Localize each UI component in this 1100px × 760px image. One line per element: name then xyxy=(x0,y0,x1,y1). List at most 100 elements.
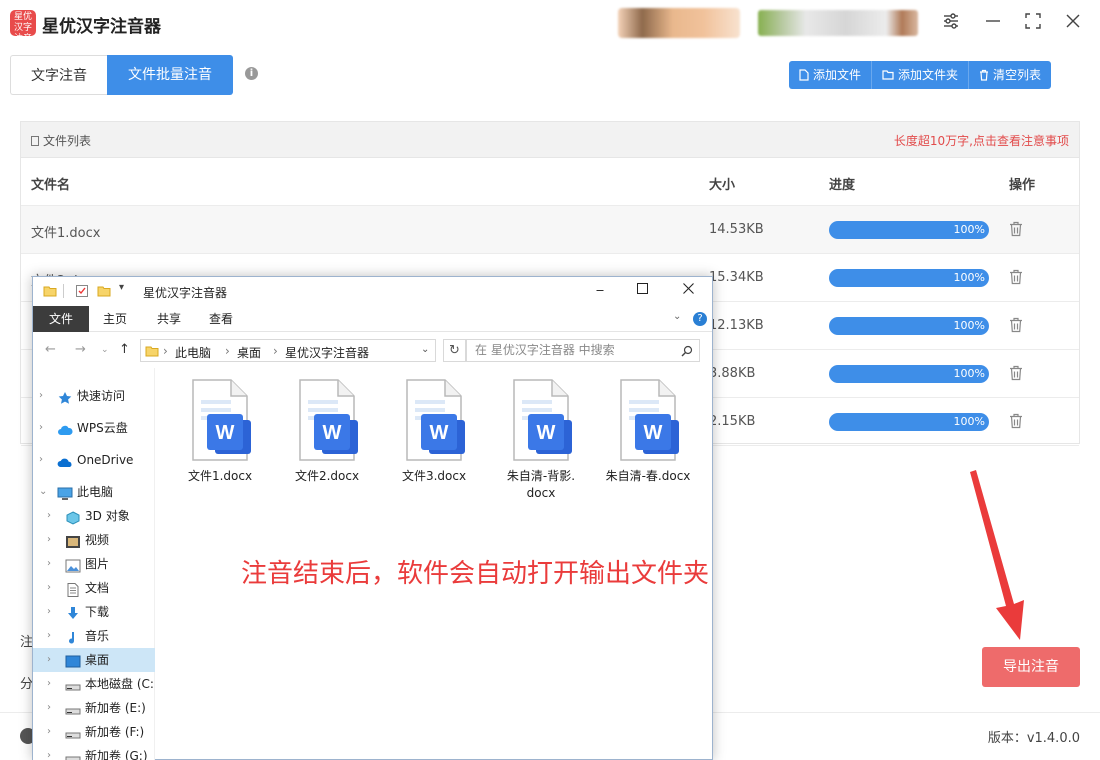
file-item[interactable]: W 文件1.docx xyxy=(170,376,270,485)
chevron-down-icon[interactable]: ⌄ xyxy=(39,480,47,504)
ribbon-tab-home[interactable]: 主页 xyxy=(95,306,135,332)
delete-icon[interactable] xyxy=(1009,317,1023,333)
close-icon[interactable] xyxy=(1062,12,1084,34)
breadcrumb-separator: › xyxy=(163,344,168,358)
progress-text: 100% xyxy=(953,319,985,332)
chevron-right-icon[interactable]: › xyxy=(47,504,51,528)
document-icon xyxy=(65,581,81,597)
delete-icon[interactable] xyxy=(1009,413,1023,429)
file-explorer-window: ▾ 星优汉字注音器 ‒ 文件 主页 共享 查看 ⌄ ? ← → ⌄ ↑ › 此电… xyxy=(32,276,713,760)
file-size: 2.15KB xyxy=(709,414,756,429)
nav-item[interactable]: › 新加卷 (F:) xyxy=(33,720,155,744)
file-item[interactable]: W 朱自清-春.docx xyxy=(598,376,698,485)
nav-item[interactable]: › 文档 xyxy=(33,576,155,600)
chevron-right-icon[interactable]: › xyxy=(47,672,51,696)
add-folder-button[interactable]: 添加文件夹 xyxy=(872,61,970,89)
explorer-maximize-icon[interactable] xyxy=(627,281,657,301)
chevron-right-icon[interactable]: › xyxy=(47,624,51,648)
explorer-close-icon[interactable] xyxy=(673,281,703,301)
chevron-right-icon[interactable]: › xyxy=(47,576,51,600)
video-icon xyxy=(65,533,81,548)
folder-icon xyxy=(43,286,57,297)
chevron-right-icon[interactable]: › xyxy=(47,648,51,672)
length-warning-link[interactable]: 长度超10万字,点击查看注意事项 xyxy=(894,132,1069,149)
ribbon-tab-file[interactable]: 文件 xyxy=(33,306,89,332)
nav-item-label: 文档 xyxy=(85,581,110,595)
properties-icon[interactable] xyxy=(75,284,89,298)
nav-item[interactable]: › 图片 xyxy=(33,552,155,576)
clear-list-label: 清空列表 xyxy=(993,68,1042,82)
annotation-caption: 注音结束后，软件会自动打开输出文件夹 xyxy=(241,559,710,589)
nav-item[interactable]: › OneDrive xyxy=(33,448,155,472)
ribbon-tab-share[interactable]: 共享 xyxy=(149,306,189,332)
nav-item[interactable]: › WPS云盘 xyxy=(33,416,155,440)
explorer-minimize-icon[interactable]: ‒ xyxy=(585,281,615,301)
file-item-name: 朱自清-背影. docx xyxy=(506,469,576,500)
nav-item-label: 新加卷 (E:) xyxy=(85,701,146,715)
delete-icon[interactable] xyxy=(1009,365,1023,381)
progress-bar: 100% xyxy=(829,317,989,335)
ribbon-tab-view[interactable]: 查看 xyxy=(201,306,241,332)
app-window: 星优汉字注音 星优汉字注音器 文字注音 文件批量注音 i 添加文件 添加文件夹 xyxy=(0,0,1100,760)
nav-item-label: 新加卷 (G:) xyxy=(85,749,148,760)
red-arrow xyxy=(970,470,1024,640)
chevron-right-icon[interactable]: › xyxy=(47,600,51,624)
nav-item[interactable]: › 3D 对象 xyxy=(33,504,155,528)
info-icon[interactable]: i xyxy=(245,67,258,80)
nav-item[interactable]: › 下载 xyxy=(33,600,155,624)
refresh-icon[interactable]: ↻ xyxy=(443,339,466,362)
quick-access-dropdown-icon[interactable]: ▾ xyxy=(119,282,124,293)
file-item[interactable]: W 文件2.docx xyxy=(277,376,377,485)
search-input[interactable]: 在 星优汉字注音器 中搜索 xyxy=(466,339,700,362)
file-size: 14.53KB xyxy=(709,222,764,237)
settings-icon[interactable] xyxy=(940,12,962,34)
chevron-right-icon[interactable]: › xyxy=(47,528,51,552)
breadcrumb-folder[interactable]: 星优汉字注音器 xyxy=(285,344,369,361)
chevron-right-icon[interactable]: › xyxy=(39,384,43,408)
chevron-right-icon[interactable]: › xyxy=(39,448,43,472)
nav-item[interactable]: › 新加卷 (G:) xyxy=(33,744,155,760)
new-folder-icon[interactable] xyxy=(97,284,111,298)
file-item[interactable]: W 朱自清-背影. docx xyxy=(491,376,591,502)
address-box[interactable]: › 此电脑 › 桌面 › 星优汉字注音器 ⌄ xyxy=(140,339,436,362)
progress-bar: 100% xyxy=(829,221,989,239)
clear-list-button[interactable]: 清空列表 xyxy=(969,61,1052,89)
delete-icon[interactable] xyxy=(1009,269,1023,285)
breadcrumb-desktop[interactable]: 桌面 xyxy=(237,344,261,361)
chevron-right-icon[interactable]: › xyxy=(39,416,43,440)
minimize-icon[interactable] xyxy=(982,12,1004,34)
ribbon-expand-icon[interactable]: ⌄ xyxy=(673,311,681,322)
table-row[interactable]: 文件1.docx 14.53KB 100% xyxy=(21,206,1079,254)
chevron-right-icon[interactable]: › xyxy=(47,720,51,744)
maximize-icon[interactable] xyxy=(1022,12,1044,34)
recent-locations-icon[interactable]: ⌄ xyxy=(101,345,109,355)
up-arrow-icon[interactable]: ↑ xyxy=(119,342,130,357)
progress-text: 100% xyxy=(953,223,985,236)
nav-item[interactable]: › 新加卷 (E:) xyxy=(33,696,155,720)
forward-arrow-icon[interactable]: → xyxy=(75,342,86,357)
nav-item[interactable]: › 快速访问 xyxy=(33,384,155,408)
table-header: 文件名 大小 进度 操作 xyxy=(21,158,1079,206)
add-file-button[interactable]: 添加文件 xyxy=(789,61,873,89)
nav-item-label: 本地磁盘 (C: xyxy=(85,677,154,691)
nav-item[interactable]: › 桌面 xyxy=(33,648,155,672)
nav-item[interactable]: › 音乐 xyxy=(33,624,155,648)
back-arrow-icon[interactable]: ← xyxy=(45,342,56,357)
nav-item[interactable]: › 本地磁盘 (C: xyxy=(33,672,155,696)
onedrive-icon xyxy=(57,453,73,467)
chevron-right-icon[interactable]: › xyxy=(47,696,51,720)
help-icon[interactable]: ? xyxy=(693,312,707,326)
address-dropdown-icon[interactable]: ⌄ xyxy=(421,344,429,355)
chevron-right-icon[interactable]: › xyxy=(47,552,51,576)
tab-batch-file-annotation[interactable]: 文件批量注音 xyxy=(107,55,233,95)
breadcrumb-separator: › xyxy=(273,344,278,358)
breadcrumb-this-pc[interactable]: 此电脑 xyxy=(175,344,211,361)
file-item[interactable]: W 文件3.docx xyxy=(384,376,484,485)
trash-icon xyxy=(980,69,989,81)
chevron-right-icon[interactable]: › xyxy=(47,744,51,760)
tab-text-annotation[interactable]: 文字注音 xyxy=(10,55,107,95)
delete-icon[interactable] xyxy=(1009,221,1023,237)
export-annotation-button[interactable]: 导出注音 xyxy=(982,647,1080,687)
nav-item[interactable]: ⌄ 此电脑 xyxy=(33,480,155,504)
nav-item[interactable]: › 视频 xyxy=(33,528,155,552)
